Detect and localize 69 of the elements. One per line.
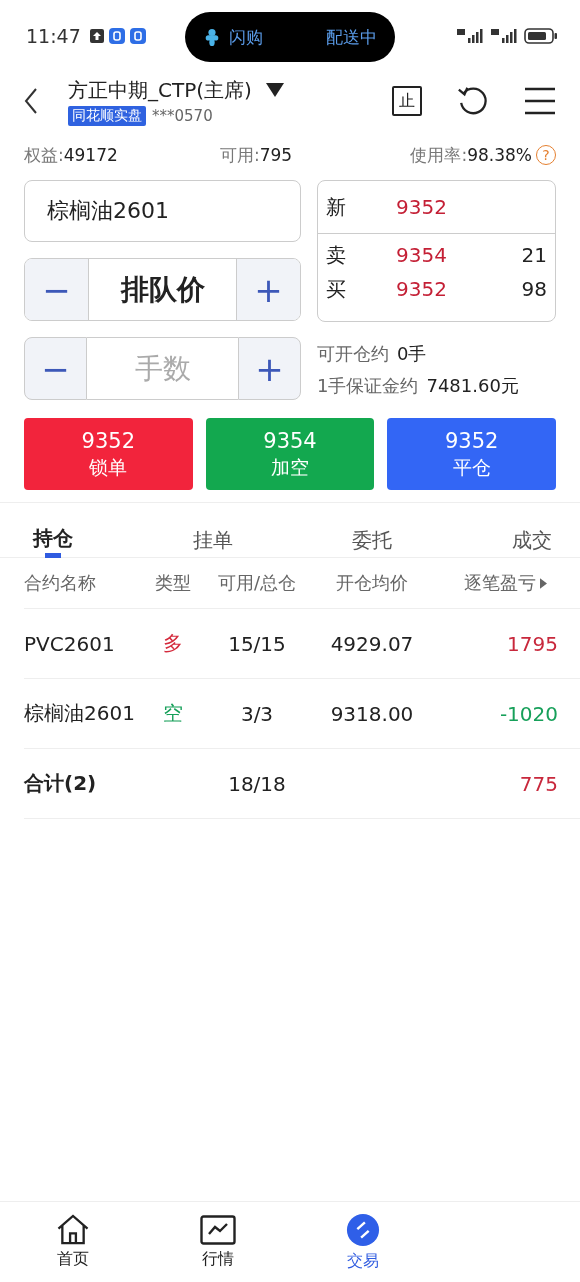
info-value: 0手: [397, 343, 427, 364]
summary-value: 98.38%: [467, 145, 532, 165]
summary-label: 使用率:: [410, 143, 468, 167]
column-header: 可用/总仓: [216, 571, 298, 595]
dropdown-caret-icon[interactable]: [265, 83, 284, 97]
info-value: 7481.60元: [426, 375, 519, 396]
minus-button[interactable]: −: [25, 259, 88, 320]
quote-volume: 98: [521, 277, 547, 301]
summary-label: 权益:: [24, 143, 64, 167]
summary-value: 49172: [63, 145, 118, 165]
table-cell-text: 多: [162, 630, 184, 657]
plus-button[interactable]: +: [238, 337, 301, 400]
quote-price: 9354: [396, 243, 448, 267]
battery-icon: [524, 28, 558, 44]
tab[interactable]: 挂单: [192, 523, 233, 558]
table-cell-text: 4929.07: [329, 631, 415, 656]
tab[interactable]: 委托: [352, 523, 393, 558]
back-icon[interactable]: [24, 88, 38, 114]
quote-label: 新: [326, 193, 347, 221]
tab[interactable]: 持仓: [33, 523, 73, 558]
quote-label: 买: [326, 275, 347, 303]
app-icon: [129, 28, 146, 44]
column-header: 合约名称: [24, 571, 97, 595]
nav-tab[interactable]: 行情: [145, 1202, 290, 1282]
column-header: 类型: [154, 571, 192, 595]
broker-badge: 同花顺实盘: [68, 105, 146, 126]
quote-price: 9352: [396, 277, 448, 301]
table-cell-text: 空: [162, 700, 184, 727]
stop-order-button[interactable]: 止: [392, 86, 422, 116]
quote-price: 9352: [396, 195, 448, 219]
table-cell-text: 3/3: [239, 701, 275, 726]
quantity-field[interactable]: 手数: [87, 337, 238, 400]
trade-button[interactable]: 9352 锁单: [24, 418, 193, 490]
signal-icon: [490, 28, 520, 44]
trade-icon: [345, 1212, 380, 1247]
info-label: 1手保证金约: [317, 375, 419, 396]
nav-tab[interactable]: 首页: [0, 1202, 145, 1282]
upload-icon: [89, 29, 104, 43]
table-cell-text: 775: [518, 771, 558, 796]
tab[interactable]: 成交: [511, 523, 552, 558]
table-cell-text: PVC2601: [24, 631, 116, 656]
scroll-right-icon[interactable]: [540, 577, 547, 589]
table-cell-text: 9318.00: [329, 701, 415, 726]
menu-icon[interactable]: [524, 87, 556, 115]
nav-tab[interactable]: 交易: [290, 1202, 435, 1282]
table-cell-text: 合计(2): [24, 770, 98, 797]
summary-label: 可用:: [220, 143, 260, 167]
signal-icon: [456, 28, 486, 44]
minus-button[interactable]: −: [24, 337, 87, 400]
table-cell-text: 1795: [506, 631, 558, 656]
table-cell-text: 18/18: [227, 771, 287, 796]
table-cell-text: 棕榈油2601: [24, 700, 136, 727]
status-time: 11:47: [26, 25, 81, 47]
chart-icon: [199, 1214, 236, 1245]
app-icon: [108, 28, 125, 44]
summary-value: 795: [259, 145, 293, 165]
info-label: 可开仓约: [317, 343, 389, 364]
quote-volume: 21: [521, 243, 547, 267]
plus-button[interactable]: +: [237, 259, 300, 320]
account-number: ***0570: [152, 106, 213, 125]
account-title[interactable]: 方正中期_CTP(主席): [68, 76, 252, 104]
table-cell-text: -1020: [498, 701, 558, 726]
contract-field[interactable]: 棕榈油2601: [24, 180, 301, 242]
column-header: 开仓均价: [335, 571, 409, 595]
column-header: 逐笔盈亏: [463, 571, 536, 595]
quote-label: 卖: [326, 241, 347, 269]
dynamic-island[interactable]: 闪购 配送中: [185, 12, 395, 62]
trade-button[interactable]: 9352 平仓: [387, 418, 556, 490]
table-cell-text: 15/15: [227, 631, 287, 656]
